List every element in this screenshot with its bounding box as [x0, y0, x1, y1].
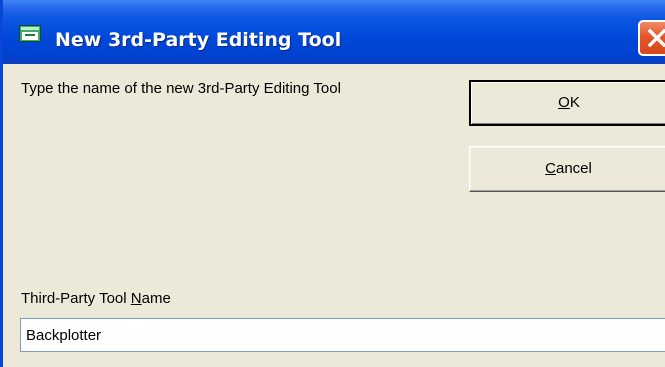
ok-button[interactable]: OK: [469, 80, 665, 126]
tool-name-input[interactable]: [20, 318, 665, 352]
dialog-window: New 3rd-Party Editing Tool Type the name…: [0, 0, 665, 367]
cancel-button-label: ancel: [555, 160, 592, 177]
ok-button-label: K: [569, 94, 580, 111]
window-title: New 3rd-Party Editing Tool: [55, 29, 342, 51]
tool-name-label-suffix: ame: [141, 290, 171, 307]
tool-name-label-prefix: Third-Party Tool: [21, 290, 131, 307]
cancel-button-mnemonic: C: [545, 160, 556, 177]
app-window-icon: [19, 25, 41, 42]
close-icon: [645, 24, 665, 52]
tool-name-label: Third-Party Tool Name: [21, 290, 171, 308]
close-button[interactable]: [638, 20, 665, 56]
dialog-body: Type the name of the new 3rd-Party Editi…: [3, 64, 665, 367]
tool-name-label-mnemonic: N: [130, 290, 142, 307]
ok-button-mnemonic: O: [558, 94, 570, 111]
prompt-text: Type the name of the new 3rd-Party Editi…: [21, 80, 341, 97]
title-bar[interactable]: New 3rd-Party Editing Tool: [3, 0, 665, 64]
cancel-button[interactable]: Cancel: [469, 146, 665, 192]
